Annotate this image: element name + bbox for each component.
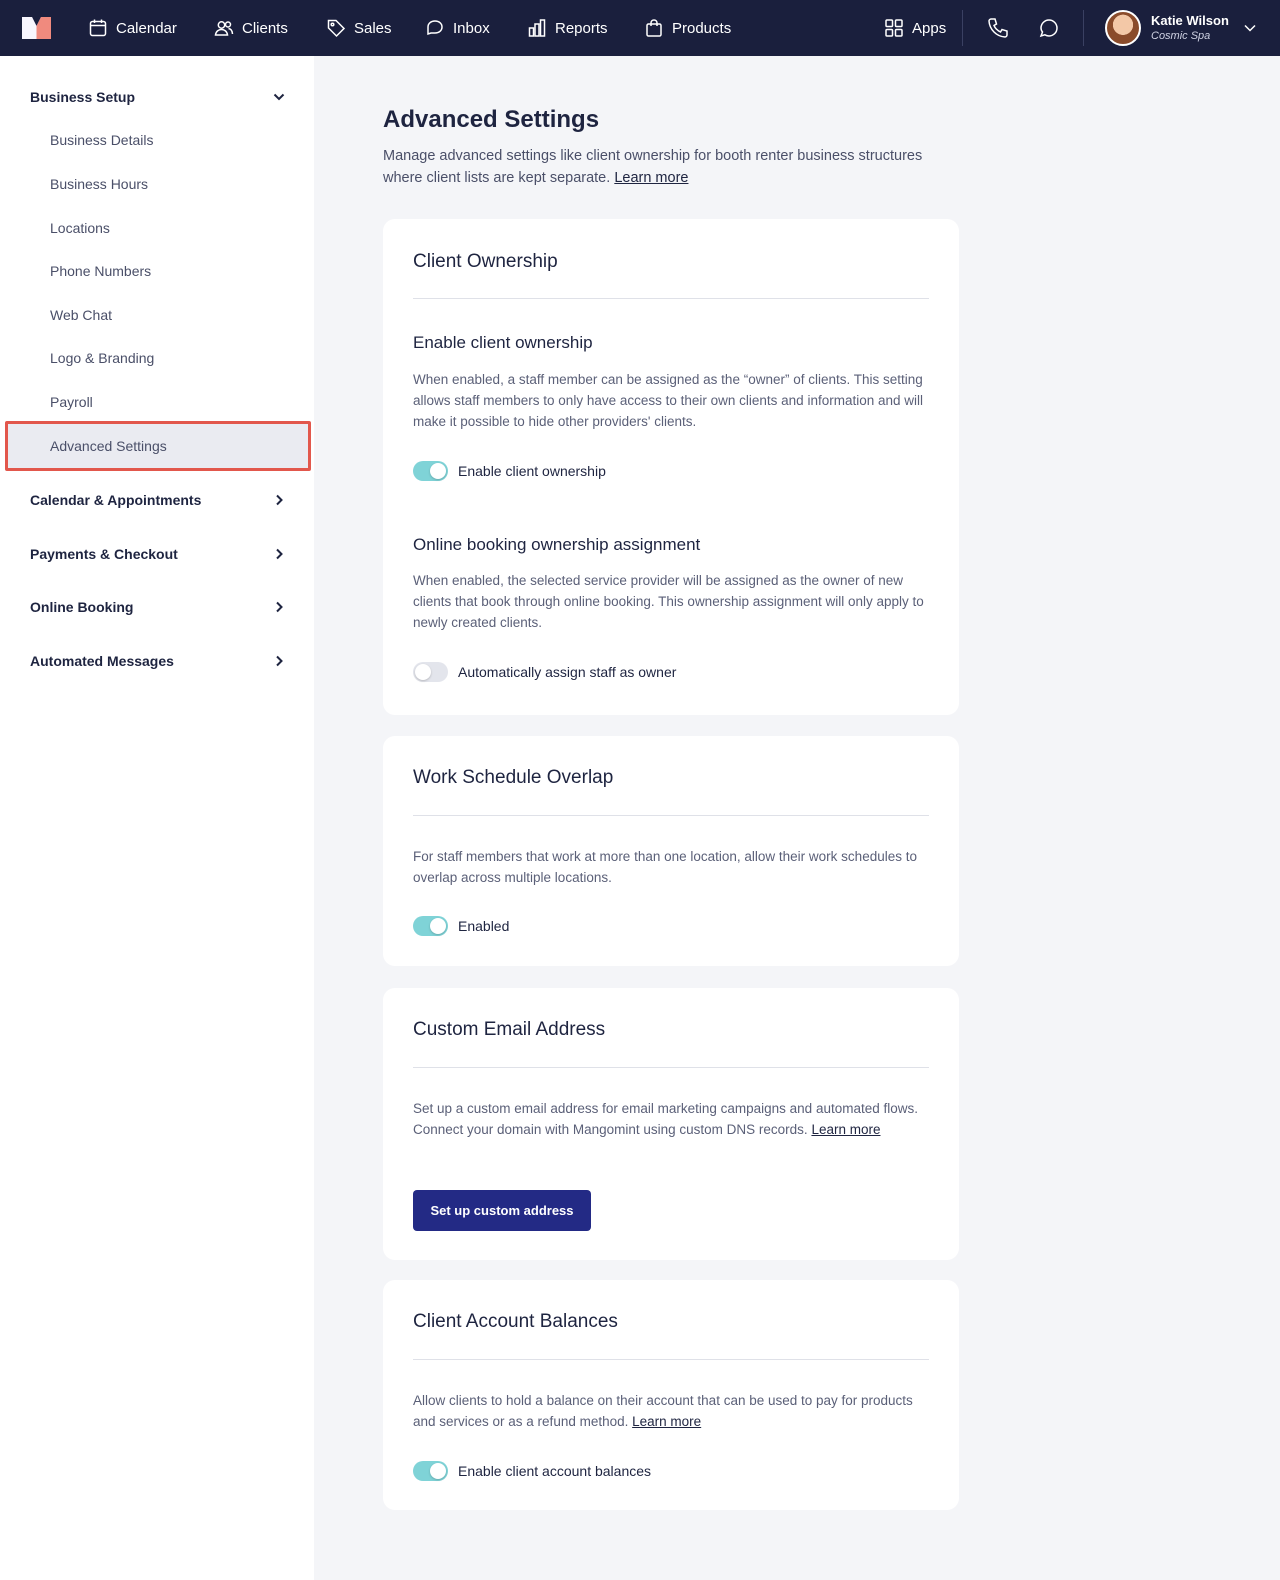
work-schedule-overlap-card: Work Schedule Overlap For staff members … (383, 736, 959, 966)
users-icon (214, 21, 234, 36)
nav-clients[interactable]: Clients (214, 0, 288, 56)
custom-email-description: Set up a custom email address for email … (413, 1098, 928, 1140)
phone-icon[interactable] (986, 16, 1010, 40)
sidebar-section-label: Calendar & Appointments (30, 492, 202, 508)
toggle-label: Enable client account balances (458, 1463, 652, 1479)
sidebar-section-online-booking[interactable]: Online Booking (30, 595, 286, 619)
online-booking-ownership-title: Online booking ownership assignment (413, 535, 701, 554)
sidebar-section-business-setup[interactable]: Business Setup (30, 85, 286, 109)
sidebar-section-payments-checkout[interactable]: Payments & Checkout (30, 542, 286, 566)
learn-more-link[interactable]: Learn more (632, 1414, 701, 1429)
card-title: Work Schedule Overlap (413, 767, 614, 788)
nav-divider (1083, 10, 1084, 46)
page-title: Advanced Settings (383, 106, 600, 133)
sidebar-section-calendar-appointments[interactable]: Calendar & Appointments (30, 488, 286, 512)
calendar-icon (89, 19, 107, 37)
enable-client-ownership-title: Enable client ownership (413, 333, 593, 352)
sidebar-section-label: Online Booking (30, 599, 134, 615)
sidebar-item-business-details[interactable]: Business Details (50, 130, 154, 150)
sidebar-section-label: Automated Messages (30, 653, 174, 669)
card-title: Custom Email Address (413, 1019, 606, 1040)
sidebar-item-advanced-settings[interactable]: Advanced Settings (50, 436, 167, 456)
nav-reports[interactable]: Reports (527, 0, 608, 56)
enable-client-ownership-description: When enabled, a staff member can be assi… (413, 372, 923, 429)
card-title: Client Ownership (413, 251, 558, 272)
enable-client-ownership-row: Enable client ownership (413, 461, 606, 481)
account-balances-description: Allow clients to hold a balance on their… (413, 1390, 928, 1432)
user-name: Katie Wilson (1151, 13, 1229, 28)
sidebar-item-locations[interactable]: Locations (50, 218, 110, 238)
online-booking-ownership-description: When enabled, the selected service provi… (413, 573, 924, 630)
auto-assign-owner-row: Automatically assign staff as owner (413, 662, 676, 682)
toggle-label: Enable client ownership (458, 463, 606, 479)
sidebar-section-label: Payments & Checkout (30, 546, 178, 562)
nav-products-label: Products (672, 19, 732, 37)
toggle-label: Automatically assign staff as owner (458, 664, 677, 680)
chat-icon[interactable] (1037, 16, 1061, 40)
nav-inbox[interactable]: Inbox (425, 0, 490, 56)
sidebar-item-phone-numbers[interactable]: Phone Numbers (50, 261, 151, 281)
toggle-label: Enabled (458, 918, 510, 934)
nav-products[interactable]: Products (644, 0, 731, 56)
bar-chart-icon (528, 19, 546, 37)
nav-apps[interactable]: Apps (884, 0, 946, 56)
sidebar-item-web-chat[interactable]: Web Chat (50, 305, 112, 325)
divider (413, 1359, 929, 1360)
mangomint-logo[interactable] (22, 17, 51, 39)
divider (413, 1067, 929, 1068)
custom-email-address-card: Custom Email Address Set up a custom ema… (383, 988, 959, 1260)
top-navigation-bar: Calendar Clients Sales Inbox Reports Pro… (0, 0, 1280, 56)
user-business: Cosmic Spa (1151, 30, 1211, 42)
tag-icon (327, 19, 346, 38)
learn-more-link[interactable]: Learn more (811, 1122, 880, 1137)
chevron-right-icon (276, 548, 283, 560)
shopping-bag-icon (646, 19, 662, 37)
inbox-icon (427, 20, 443, 36)
nav-sales-label: Sales (354, 19, 392, 37)
nav-calendar[interactable]: Calendar (88, 0, 177, 56)
learn-more-link[interactable]: Learn more (614, 170, 688, 186)
enable-account-balances-toggle[interactable] (413, 1461, 448, 1481)
avatar (1105, 10, 1141, 46)
sidebar-item-business-hours[interactable]: Business Hours (50, 174, 148, 194)
sidebar-section-automated-messages[interactable]: Automated Messages (30, 649, 286, 673)
client-ownership-card: Client Ownership Enable client ownership… (383, 219, 959, 715)
chevron-right-icon (276, 655, 283, 667)
nav-reports-label: Reports (555, 19, 608, 37)
sidebar-item-logo-branding[interactable]: Logo & Branding (50, 348, 154, 368)
nav-inbox-label: Inbox (453, 19, 490, 37)
apps-grid-icon (885, 19, 903, 37)
nav-clients-label: Clients (242, 19, 288, 37)
set-up-custom-address-button[interactable]: Set up custom address (413, 1190, 591, 1231)
nav-calendar-label: Calendar (116, 19, 177, 37)
settings-sidebar: Business Setup Business Details Business… (0, 56, 314, 1580)
chevron-down-icon (273, 93, 285, 101)
work-schedule-description: For staff members that work at more than… (413, 849, 917, 885)
client-account-balances-card: Client Account Balances Allow clients to… (383, 1280, 959, 1510)
enable-client-ownership-toggle[interactable] (413, 461, 448, 481)
card-title: Client Account Balances (413, 1311, 618, 1332)
chevron-right-icon (276, 601, 283, 613)
divider (413, 815, 929, 816)
chevron-right-icon (276, 494, 283, 506)
sidebar-item-payroll[interactable]: Payroll (50, 392, 93, 412)
user-menu[interactable]: Katie Wilson Cosmic Spa (1105, 10, 1257, 46)
nav-apps-label: Apps (912, 19, 947, 37)
page-description: Manage advanced settings like client own… (383, 145, 963, 189)
sidebar-section-label: Business Setup (30, 89, 136, 105)
account-balances-toggle-row: Enable client account balances (413, 1461, 651, 1481)
work-schedule-overlap-toggle[interactable] (413, 916, 448, 936)
nav-sales[interactable]: Sales (326, 0, 392, 56)
work-schedule-toggle-row: Enabled (413, 916, 509, 936)
nav-divider (962, 10, 963, 46)
divider (413, 298, 929, 299)
auto-assign-owner-toggle[interactable] (413, 662, 448, 682)
chevron-down-icon (1244, 24, 1256, 32)
